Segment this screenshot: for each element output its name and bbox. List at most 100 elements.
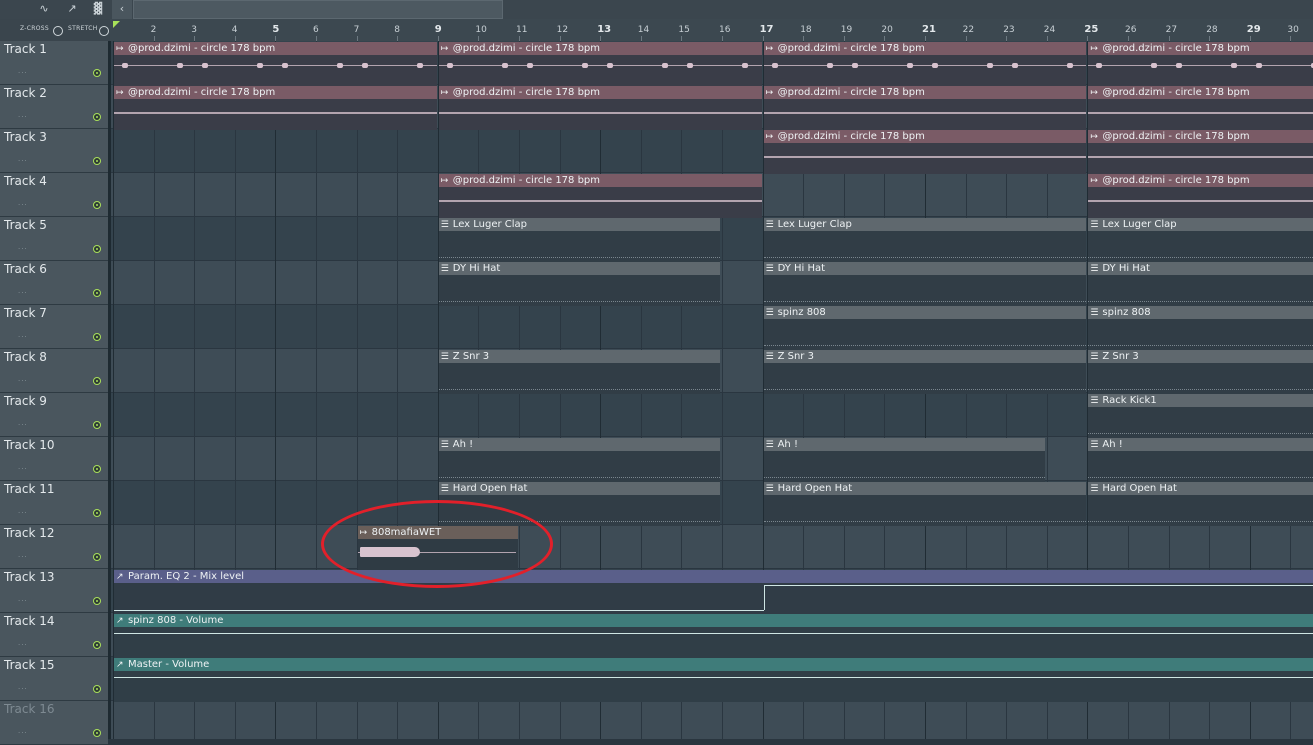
clip-body[interactable] bbox=[1088, 451, 1313, 482]
playlist-clip[interactable]: ☰ Z Snr 3 bbox=[1088, 350, 1313, 394]
playlist-clip[interactable]: ☰ Lex Luger Clap bbox=[438, 218, 720, 262]
playlist-clip[interactable]: ☰ spinz 808 bbox=[763, 306, 1087, 350]
playlist-clip[interactable]: ☰ Ah ! bbox=[763, 438, 1045, 482]
track-mute-led-icon[interactable] bbox=[93, 641, 101, 649]
clip-header[interactable]: ↗ Param. EQ 2 - Mix level bbox=[114, 570, 1313, 583]
automation-icon[interactable]: ↗ bbox=[64, 2, 80, 16]
clip-header[interactable]: ↦ @prod.dzimi - circle 178 bpm bbox=[1088, 130, 1313, 143]
track-grip[interactable]: ... bbox=[18, 595, 28, 603]
playlist-clip[interactable]: ↗ spinz 808 - Volume bbox=[114, 614, 1313, 658]
playlist-clip[interactable]: ☰ Ah ! bbox=[438, 438, 720, 482]
track-mute-led-icon[interactable] bbox=[93, 69, 101, 77]
track-mute-led-icon[interactable] bbox=[93, 509, 101, 517]
clip-header[interactable]: ☰ Lex Luger Clap bbox=[438, 218, 720, 231]
clip-body[interactable] bbox=[438, 99, 762, 130]
track-mute-led-icon[interactable] bbox=[93, 289, 101, 297]
track-mute-led-icon[interactable] bbox=[93, 553, 101, 561]
clip-header[interactable]: ☰ spinz 808 bbox=[763, 306, 1087, 319]
track-mute-led-icon[interactable] bbox=[93, 201, 101, 209]
clip-body[interactable] bbox=[763, 99, 1087, 130]
clip-header[interactable]: ↦ @prod.dzimi - circle 178 bpm bbox=[1088, 86, 1313, 99]
playlist-clip[interactable]: ↗ Param. EQ 2 - Mix level bbox=[114, 570, 1313, 614]
track-grip[interactable]: ... bbox=[18, 111, 28, 119]
playlist-clip[interactable]: ☰ Hard Open Hat bbox=[763, 482, 1087, 526]
track-grip[interactable]: ... bbox=[18, 155, 28, 163]
clip-body[interactable] bbox=[1088, 55, 1313, 86]
piano-icon[interactable]: ▓ bbox=[90, 2, 106, 16]
clip-header[interactable]: ☰ Ah ! bbox=[1088, 438, 1313, 451]
clip-body[interactable] bbox=[763, 275, 1087, 306]
track-grip[interactable]: ... bbox=[18, 67, 28, 75]
clip-body[interactable] bbox=[1088, 363, 1313, 394]
clip-header[interactable]: ↗ Master - Volume bbox=[114, 658, 1313, 671]
clip-header[interactable]: ☰ DY Hi Hat bbox=[763, 262, 1087, 275]
clip-body[interactable] bbox=[763, 231, 1087, 262]
track-grip[interactable]: ... bbox=[18, 243, 28, 251]
track-grip[interactable]: ... bbox=[18, 639, 28, 647]
clip-body[interactable] bbox=[1088, 407, 1313, 438]
clip-header[interactable]: ↦ @prod.dzimi - circle 178 bpm bbox=[1088, 42, 1313, 55]
clip-header[interactable]: ↦ @prod.dzimi - circle 178 bpm bbox=[438, 174, 762, 187]
track-header[interactable]: Track 3... bbox=[0, 129, 108, 173]
playlist-clip[interactable]: ↦ @prod.dzimi - circle 178 bpm bbox=[1088, 86, 1313, 130]
track-mute-led-icon[interactable] bbox=[93, 597, 101, 605]
track-header[interactable]: Track 16... bbox=[0, 701, 108, 745]
clip-body[interactable] bbox=[1088, 275, 1313, 306]
clip-body[interactable] bbox=[763, 319, 1087, 350]
clip-header[interactable]: ☰ Lex Luger Clap bbox=[763, 218, 1087, 231]
playlist-clip[interactable]: ☰ DY Hi Hat bbox=[438, 262, 720, 306]
playlist-clip[interactable]: ↦ @prod.dzimi - circle 178 bpm bbox=[763, 42, 1087, 86]
clip-body[interactable] bbox=[763, 143, 1087, 174]
clip-body[interactable] bbox=[114, 55, 437, 86]
clip-body[interactable] bbox=[1088, 495, 1313, 526]
track-mute-led-icon[interactable] bbox=[93, 113, 101, 121]
track-header[interactable]: Track 2... bbox=[0, 85, 108, 129]
playlist-clip[interactable]: ☰ Rack Kick1 bbox=[1088, 394, 1313, 438]
track-header[interactable]: Track 9... bbox=[0, 393, 108, 437]
track-header[interactable]: Track 5... bbox=[0, 217, 108, 261]
clip-body[interactable] bbox=[438, 231, 720, 262]
clip-header[interactable]: ☰ Ah ! bbox=[438, 438, 720, 451]
playlist-clip[interactable]: ☰ Lex Luger Clap bbox=[1088, 218, 1313, 262]
clip-header[interactable]: ☰ DY Hi Hat bbox=[438, 262, 720, 275]
clip-body[interactable] bbox=[438, 451, 720, 482]
track-header[interactable]: Track 1... bbox=[0, 41, 108, 85]
timeline-ruler[interactable]: 2 3 4 5 6 7 8 9 10 11 12 13 14 15 16 17 18 19 20 21 22 23 24 25… bbox=[110, 19, 1313, 41]
clip-body[interactable] bbox=[1088, 187, 1313, 218]
playlist-clip[interactable]: ☰ DY Hi Hat bbox=[1088, 262, 1313, 306]
track-header[interactable]: Track 4... bbox=[0, 173, 108, 217]
clip-header[interactable]: ☰ spinz 808 bbox=[1088, 306, 1313, 319]
playlist-grid[interactable]: ↦ @prod.dzimi - circle 178 bpm ↦ @prod.dzim… bbox=[110, 41, 1313, 739]
clip-body[interactable] bbox=[1088, 143, 1313, 174]
clip-body[interactable] bbox=[763, 363, 1087, 394]
clip-header[interactable]: ☰ DY Hi Hat bbox=[1088, 262, 1313, 275]
track-mute-led-icon[interactable] bbox=[93, 377, 101, 385]
track-mute-led-icon[interactable] bbox=[93, 421, 101, 429]
playlist-clip[interactable]: ☰ spinz 808 bbox=[1088, 306, 1313, 350]
track-grip[interactable]: ... bbox=[18, 419, 28, 427]
clip-header[interactable]: ↦ @prod.dzimi - circle 178 bpm bbox=[763, 42, 1087, 55]
clip-header[interactable]: ↦ @prod.dzimi - circle 178 bpm bbox=[114, 86, 437, 99]
track-grip[interactable]: ... bbox=[18, 199, 28, 207]
track-grip[interactable]: ... bbox=[18, 551, 28, 559]
clip-header[interactable]: ☰ Z Snr 3 bbox=[438, 350, 720, 363]
clip-body[interactable] bbox=[438, 275, 720, 306]
track-header[interactable]: Track 15... bbox=[0, 657, 108, 701]
track-header[interactable]: Track 7... bbox=[0, 305, 108, 349]
z-cross-toggle[interactable] bbox=[53, 26, 63, 36]
clip-body[interactable] bbox=[114, 99, 437, 130]
clip-header[interactable]: ☰ Z Snr 3 bbox=[763, 350, 1087, 363]
playlist-clip[interactable]: ☰ Hard Open Hat bbox=[1088, 482, 1313, 526]
track-mute-led-icon[interactable] bbox=[93, 245, 101, 253]
clip-header[interactable]: ↦ @prod.dzimi - circle 178 bpm bbox=[1088, 174, 1313, 187]
playlist-clip[interactable]: ↦ @prod.dzimi - circle 178 bpm bbox=[1088, 42, 1313, 86]
playlist-clip[interactable]: ↦ @prod.dzimi - circle 178 bpm bbox=[114, 86, 437, 130]
playlist-clip[interactable]: ☰ Z Snr 3 bbox=[438, 350, 720, 394]
stretch-toggle[interactable] bbox=[99, 26, 109, 36]
clip-header[interactable]: ☰ Hard Open Hat bbox=[763, 482, 1087, 495]
track-header[interactable]: Track 6... bbox=[0, 261, 108, 305]
clip-header[interactable]: ↗ spinz 808 - Volume bbox=[114, 614, 1313, 627]
clip-body[interactable] bbox=[1088, 99, 1313, 130]
clip-body[interactable] bbox=[114, 583, 1313, 614]
track-header[interactable]: Track 11... bbox=[0, 481, 108, 525]
